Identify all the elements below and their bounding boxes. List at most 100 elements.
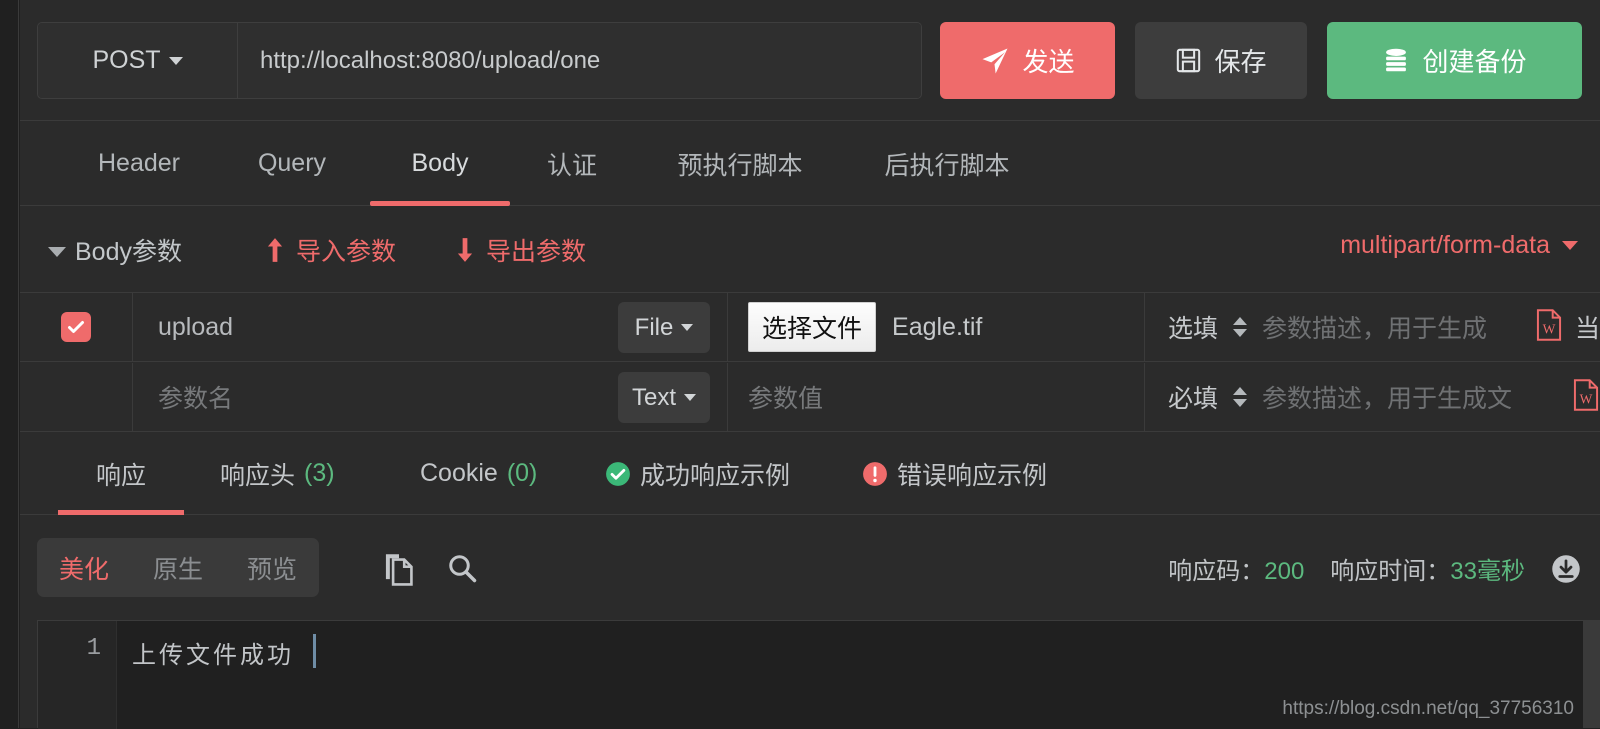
tab-body-label: Body [411,149,469,177]
status-code-label: 响应码： [1168,558,1265,585]
response-time-label: 响应时间： [1330,558,1451,585]
status-code: 响应码：200 [1168,551,1304,586]
param-type-dropdown[interactable]: File [618,302,710,353]
tab-error-example-label: 错误响应示例 [897,461,1048,490]
param-name-input[interactable]: 参数名 [158,379,233,415]
chevron-down-icon [681,324,694,331]
tab-response[interactable]: 响应 [58,432,184,515]
caret-down-icon [1233,329,1248,337]
param-trailing-text: 当 [1574,315,1600,343]
param-enabled-cell [20,363,133,431]
view-mode-pretty[interactable]: 美化 [37,550,131,586]
send-button[interactable]: 发送 [940,22,1115,99]
chevron-down-icon [168,56,183,65]
param-required-dropdown[interactable]: 选填 [1168,309,1218,345]
url-input-group: POST [37,22,922,99]
backup-label: 创建备份 [1422,47,1527,77]
tab-header[interactable]: Header [76,121,202,206]
tab-response-label: 响应 [95,461,146,490]
left-gutter [0,0,19,728]
param-value-input[interactable]: 参数值 [748,379,823,415]
create-backup-button[interactable]: 创建备份 [1327,22,1582,99]
body-params-header: Body参数 导入参数 导出参数 multipart/form-data [20,206,1600,293]
tab-pre-script-label: 预执行脚本 [677,151,803,180]
tab-header-label: Header [98,149,180,177]
tab-query[interactable]: Query [237,121,347,206]
check-circle-icon [606,461,630,486]
tab-query-label: Query [257,149,327,177]
http-method-label: POST [92,46,161,74]
copy-icon[interactable] [383,553,415,592]
response-time: 响应时间：33毫秒 [1330,551,1525,586]
caret-up-icon [1233,387,1248,395]
import-params-button[interactable]: 导入参数 [265,232,396,268]
tab-cookie[interactable]: Cookie (0) [420,432,537,515]
param-description-input[interactable]: 参数描述，用于生成 [1262,309,1531,345]
triangle-down-icon[interactable] [48,247,66,257]
tab-pre-script[interactable]: 预执行脚本 [660,121,820,206]
tab-response-headers-label: 响应头 [220,461,296,490]
param-required-stepper[interactable] [1218,317,1262,337]
tab-response-headers-count: (3) [304,459,335,487]
param-type-dropdown[interactable]: Text [617,372,710,423]
database-icon [1386,48,1407,71]
word-doc-icon[interactable]: W [1535,308,1563,346]
tab-cookie-label: Cookie [420,459,498,487]
response-toolbar: 美化 原生 预览 响应码：200 响应时间：33毫秒 [20,515,1600,620]
tab-auth[interactable]: 认证 [532,121,612,206]
content-type-label: multipart/form-data [1340,231,1550,259]
editor-text-caret [313,634,316,668]
save-button[interactable]: 保存 [1135,22,1307,99]
choose-file-button[interactable]: 选择文件 [748,302,877,352]
view-mode-raw[interactable]: 原生 [131,550,225,586]
word-doc-icon[interactable]: W [1572,378,1600,416]
error-circle-icon [863,461,887,486]
param-required-dropdown[interactable]: 必填 [1168,379,1218,415]
param-required-stepper[interactable] [1218,387,1262,407]
param-name-cell: upload File [133,293,728,361]
editor-vertical-scrollbar[interactable] [1583,620,1600,728]
main-pane: POST 发送 保存 [20,0,1600,729]
tab-success-example[interactable]: 成功响应示例 [605,432,790,515]
tab-auth-label: 认证 [546,151,597,180]
param-description-input[interactable]: 参数描述，用于生成文 [1262,379,1568,415]
param-type-label: File [634,313,674,341]
tab-response-headers[interactable]: 响应头 (3) [220,432,335,515]
editor-line-text: 上传文件成功 [132,642,294,669]
tab-body[interactable]: Body [370,121,510,206]
response-time-value: 33毫秒 [1450,558,1525,585]
export-params-button[interactable]: 导出参数 [455,232,586,268]
tab-error-example[interactable]: 错误响应示例 [862,432,1047,515]
floppy-disk-icon [1177,48,1201,73]
param-name-input[interactable]: upload [158,313,233,342]
tab-success-example-label: 成功响应示例 [640,461,791,490]
request-url-bar: POST 发送 保存 [20,0,1600,121]
check-icon [68,321,84,333]
svg-text:W: W [1580,391,1593,406]
paper-plane-icon [982,48,1008,73]
arrow-down-icon [457,238,473,262]
watermark-text: https://blog.csdn.net/qq_37756310 [1282,698,1574,719]
param-value-cell: 选择文件 Eagle.tif [728,293,1145,361]
content-type-dropdown[interactable]: multipart/form-data [1340,231,1578,260]
param-name-cell: 参数名 Text [133,363,728,431]
url-input[interactable] [238,23,921,98]
save-label: 保存 [1214,47,1267,77]
param-enabled-checkbox[interactable] [61,312,91,342]
http-method-dropdown[interactable]: POST [38,23,238,98]
tab-post-script[interactable]: 后执行脚本 [867,121,1027,206]
response-status-group: 响应码：200 响应时间：33毫秒 [1168,551,1581,586]
download-circle-icon[interactable] [1551,554,1581,584]
view-mode-preview[interactable]: 预览 [225,550,319,586]
editor-gutter: 1 [38,621,117,729]
chevron-down-icon [1562,241,1578,250]
svg-text:W: W [1543,321,1556,336]
import-params-label: 导入参数 [296,238,397,266]
selected-file-name: Eagle.tif [892,312,983,341]
chevron-down-icon [684,394,696,401]
param-type-label: Text [631,383,676,411]
search-icon[interactable] [447,553,477,588]
request-tab-bar: Header Query Body 认证 预执行脚本 后执行脚本 [20,121,1600,206]
status-code-value: 200 [1264,558,1305,585]
tab-post-script-label: 后执行脚本 [884,151,1010,180]
